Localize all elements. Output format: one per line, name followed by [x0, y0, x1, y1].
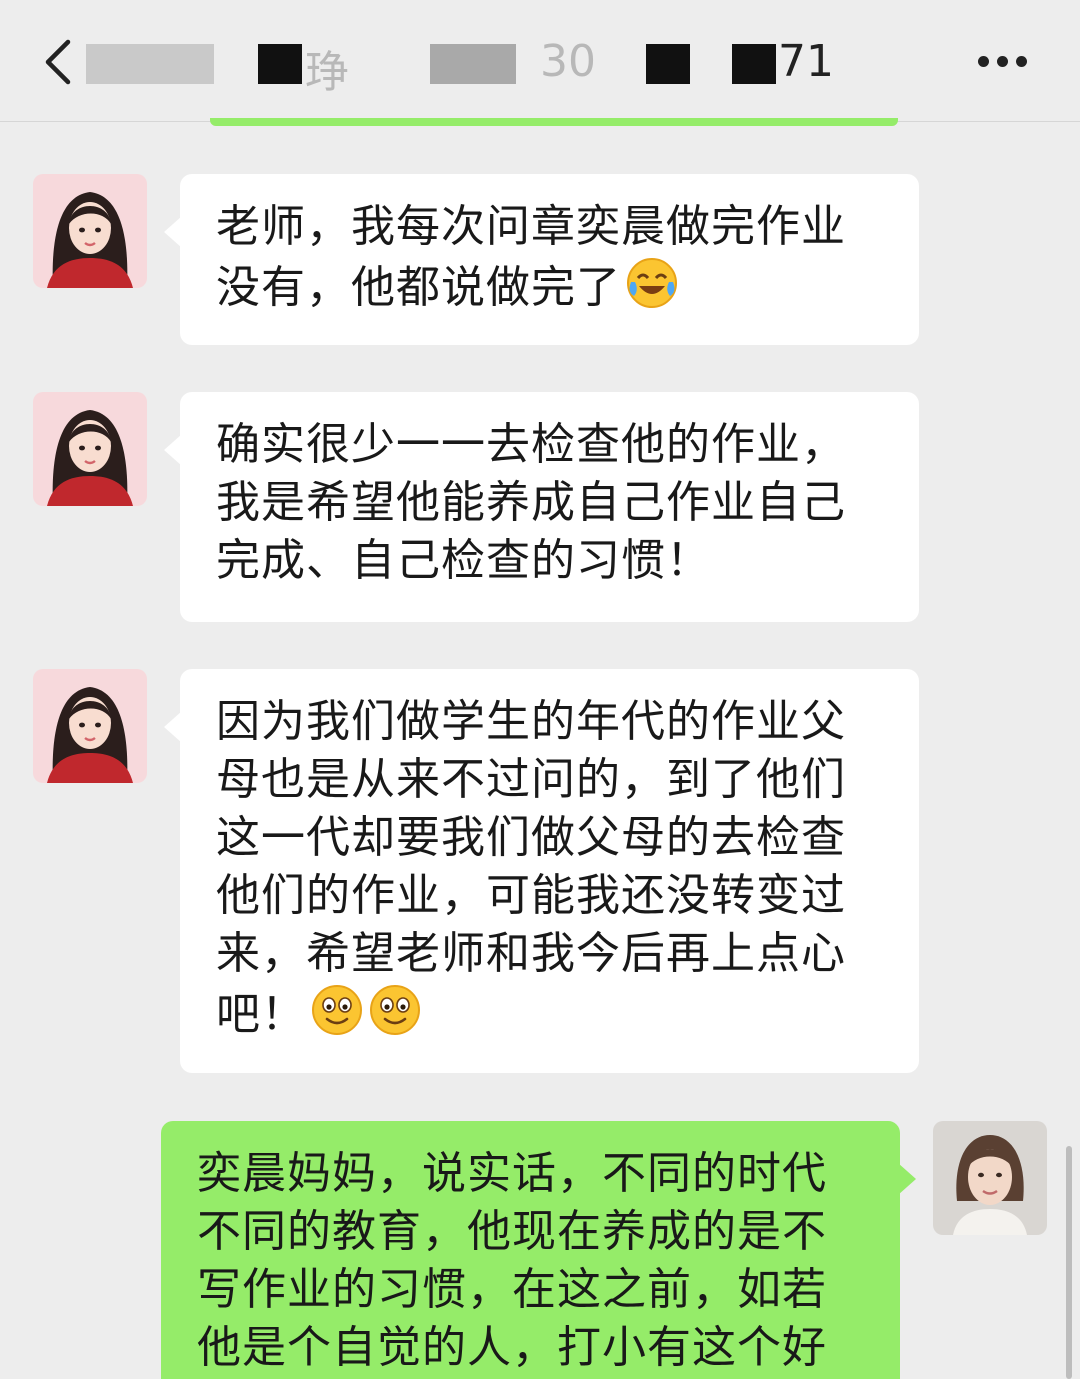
message-bubble-received[interactable]: 确实很少一一去检查他的作业， 我是希望他能养成自己作业自己 完成、自己检查的习惯…: [164, 392, 919, 622]
message-bubble-received[interactable]: 老师，我每次问章奕晨做完作业 没有，他都说做完了: [164, 174, 919, 345]
message-bubble-received[interactable]: 因为我们做学生的年代的作业父 母也是从来不过问的，到了他们 这一代却要我们做父母…: [164, 669, 919, 1073]
smiling-face-icon: [368, 983, 422, 1037]
message-text-line: 奕晨妈妈，说实话，不同的时代: [197, 1148, 827, 1199]
message-bubble-sent[interactable]: 奕晨妈妈，说实话，不同的时代 不同的教育，他现在养成的是不 写作业的习惯，在这之…: [161, 1121, 916, 1379]
contact-avatar[interactable]: [33, 669, 147, 783]
message-text-line: 这一代却要我们做父母的去检查: [216, 812, 846, 863]
contact-avatar-icon: [33, 669, 147, 783]
message-text-line: 他是个自觉的人，打小有这个好: [197, 1322, 827, 1373]
message-text-line: 不同的教育，他现在养成的是不: [197, 1206, 827, 1257]
smiling-face-icon: [310, 983, 364, 1037]
chevron-left-icon: [45, 39, 71, 85]
redacted-title-block: [732, 44, 776, 84]
message-text-line: 老师，我每次问章奕晨做完作业: [216, 201, 846, 252]
back-button[interactable]: [38, 36, 82, 88]
chat-title-fragment: 30: [540, 36, 596, 87]
message-text-line: 吧！: [216, 989, 306, 1040]
message-text-line: 来，希望老师和我今后再上点心: [216, 928, 846, 979]
redacted-title-block: [430, 44, 516, 84]
message-text-line: 没有，他都说做完了: [216, 262, 621, 313]
redacted-title-block: [86, 44, 214, 84]
message-text-line: 完成、自己检查的习惯！: [216, 535, 711, 586]
more-dots-icon: [1016, 56, 1027, 67]
chat-title-fragment: 71: [778, 36, 834, 87]
previous-message-edge: [210, 118, 898, 126]
message-text-line: 他们的作业，可能我还没转变过: [216, 870, 846, 921]
contact-avatar[interactable]: [33, 174, 147, 288]
redacted-title-block: [646, 44, 690, 84]
chat-title-fragment: 琤: [305, 47, 349, 98]
contact-avatar[interactable]: [33, 392, 147, 506]
self-avatar[interactable]: [933, 1121, 1047, 1235]
chat-window: 琤 30 71 老师，我每次问章奕晨做完作业 没有，他都说做完了 确实很少一一去…: [0, 0, 1080, 1379]
scrollbar-thumb[interactable]: [1066, 1146, 1072, 1379]
message-text-line: 确实很少一一去检查他的作业，: [216, 419, 846, 470]
more-dots-icon: [978, 56, 989, 67]
chat-header: 琤 30 71: [0, 0, 1080, 122]
message-text-line: 母也是从来不过问的，到了他们: [216, 754, 846, 805]
contact-avatar-icon: [33, 392, 147, 506]
message-text-line: 我是希望他能养成自己作业自己: [216, 477, 846, 528]
contact-avatar-icon: [33, 174, 147, 288]
redacted-title-block: [258, 44, 302, 84]
self-avatar-icon: [933, 1121, 1047, 1235]
message-text-line: 写作业的习惯，在这之前，如若: [197, 1264, 827, 1315]
more-options-button[interactable]: [970, 48, 1034, 76]
more-dots-icon: [997, 56, 1008, 67]
message-text-line: 因为我们做学生的年代的作业父: [216, 696, 846, 747]
face-with-tears-of-joy-icon: [625, 256, 679, 310]
